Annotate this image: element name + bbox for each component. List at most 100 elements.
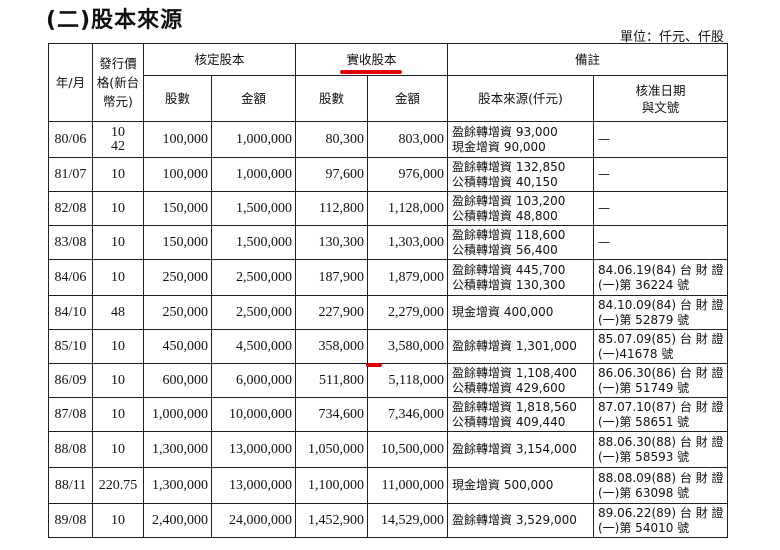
cell-capital-source: 現金增資 400,000	[447, 295, 594, 330]
cell-year-month: 86/09	[48, 363, 93, 398]
cell-year-month: 83/08	[48, 225, 93, 260]
cell-approval: 84.10.09(84) 台 財 證 (一)第 52879 號	[593, 295, 728, 330]
red-underline-annotation	[340, 70, 402, 74]
header-remarks: 備註	[447, 43, 728, 76]
table-row: 88/11 220.75 1,300,000 13,000,000 1,100,000 1…	[48, 467, 728, 504]
cell-paid-amount: 976,000	[367, 157, 448, 192]
cell-paid-shares: 1,100,000	[295, 467, 368, 504]
approval-line: (一)第 51749 號	[598, 380, 690, 395]
cell-issue-price: 10	[92, 397, 144, 432]
section-title: (二)股本來源	[46, 8, 184, 33]
cell-approval: —	[593, 225, 728, 260]
approval-line: —	[598, 167, 610, 181]
capital-source-line: 盈餘轉增資 3,529,000	[452, 513, 577, 527]
capital-source-line: 現金增資 400,000	[452, 305, 554, 319]
cell-auth-amount: 1,000,000	[211, 121, 296, 158]
table-row: 83/08 10 150,000 1,500,000 130,300 1,303,000 盈…	[48, 225, 728, 260]
cell-auth-amount: 1,500,000	[211, 191, 296, 226]
approval-line: —	[598, 132, 610, 146]
cell-auth-shares: 1,000,000	[143, 397, 212, 432]
cell-auth-amount: 13,000,000	[211, 467, 296, 504]
capital-source-line: 公積轉增資 429,600	[452, 380, 566, 395]
approval-line: 85.07.09(85) 台 財 證	[598, 331, 724, 346]
cell-paid-amount: 7,346,000	[367, 397, 448, 432]
cell-auth-shares: 100,000	[143, 157, 212, 192]
cell-paid-amount: 803,000	[367, 121, 448, 158]
cell-year-month: 81/07	[48, 157, 93, 192]
cell-year-month: 82/08	[48, 191, 93, 226]
capital-source-line: 公積轉增資 48,800	[452, 208, 558, 223]
table-row: 87/08 10 1,000,000 10,000,000 734,600 7,346,0…	[48, 397, 728, 432]
capital-source-line: 現金增資 90,000	[452, 139, 546, 154]
cell-approval: 87.07.10(87) 台 財 證 (一)第 58651 號	[593, 397, 728, 432]
cell-auth-amount: 1,000,000	[211, 157, 296, 192]
cell-capital-source: 盈餘轉增資 445,700 公積轉增資 130,300	[447, 259, 594, 296]
cell-paid-amount: 14,529,000	[367, 503, 448, 538]
capital-source-line: 盈餘轉增資 1,301,000	[452, 339, 577, 353]
capital-source-line: 公積轉增資 56,400	[452, 242, 558, 257]
cell-year-month: 87/08	[48, 397, 93, 432]
approval-line: 88.08.09(88) 台 財 證	[598, 470, 724, 485]
cell-capital-source: 盈餘轉增資 118,600 公積轉增資 56,400	[447, 225, 594, 260]
approval-line: (一)41678 號	[598, 346, 674, 361]
header-auth-shares: 股數	[143, 75, 212, 122]
capital-source-line: 現金增資 500,000	[452, 478, 554, 492]
cell-paid-shares: 511,800	[295, 363, 368, 398]
cell-auth-shares: 1,300,000	[143, 431, 212, 468]
cell-auth-amount: 10,000,000	[211, 397, 296, 432]
header-auth-amount: 金額	[211, 75, 296, 122]
cell-approval: 84.06.19(84) 台 財 證 (一)第 36224 號	[593, 259, 728, 296]
cell-approval: 88.08.09(88) 台 財 證 (一)第 63098 號	[593, 467, 728, 504]
approval-line: 86.06.30(86) 台 財 證	[598, 365, 724, 380]
approval-line: (一)第 54010 號	[598, 520, 690, 535]
cell-auth-shares: 2,400,000	[143, 503, 212, 538]
capital-source-line: 公積轉增資 130,300	[452, 277, 566, 292]
cell-auth-amount: 24,000,000	[211, 503, 296, 538]
cell-paid-amount: 2,279,000	[367, 295, 448, 330]
capital-source-line: 公積轉增資 409,440	[452, 414, 566, 429]
cell-issue-price: 10	[92, 225, 144, 260]
cell-capital-source: 現金增資 500,000	[447, 467, 594, 504]
cell-auth-amount: 1,500,000	[211, 225, 296, 260]
cell-year-month: 88/11	[48, 467, 93, 504]
approval-line: (一)第 36224 號	[598, 277, 690, 292]
cell-auth-shares: 150,000	[143, 225, 212, 260]
capital-source-line: 盈餘轉增資 118,600	[452, 227, 566, 242]
cell-year-month: 85/10	[48, 329, 93, 364]
header-year-month: 年/月	[48, 43, 93, 122]
table-row: 89/08 10 2,400,000 24,000,000 1,452,900 14,52…	[48, 503, 728, 538]
cell-approval: —	[593, 157, 728, 192]
approval-line: (一)第 58651 號	[598, 414, 690, 429]
capital-source-line: 盈餘轉增資 132,850	[452, 159, 566, 174]
cell-issue-price: 10	[92, 431, 144, 468]
cell-auth-amount: 13,000,000	[211, 431, 296, 468]
cell-year-month: 88/08	[48, 431, 93, 468]
cell-issue-price: 10	[92, 191, 144, 226]
cell-capital-source: 盈餘轉增資 3,154,000	[447, 431, 594, 468]
cell-paid-shares: 734,600	[295, 397, 368, 432]
cell-year-month: 80/06	[48, 121, 93, 158]
table-row: 88/08 10 1,300,000 13,000,000 1,050,000 10,50…	[48, 431, 728, 468]
cell-paid-amount: 11,000,000	[367, 467, 448, 504]
cell-paid-amount: 5,118,000	[367, 363, 448, 398]
cell-capital-source: 盈餘轉增資 1,818,560 公積轉增資 409,440	[447, 397, 594, 432]
header-paid-amount: 金額	[367, 75, 448, 122]
cell-auth-shares: 150,000	[143, 191, 212, 226]
cell-capital-source: 盈餘轉增資 132,850 公積轉增資 40,150	[447, 157, 594, 192]
cell-auth-shares: 1,300,000	[143, 467, 212, 504]
cell-paid-amount: 1,128,000	[367, 191, 448, 226]
cell-paid-shares: 187,900	[295, 259, 368, 296]
approval-line: —	[598, 235, 610, 249]
cell-auth-amount: 2,500,000	[211, 295, 296, 330]
approval-line: —	[598, 201, 610, 215]
header-issue-price: 發行價格(新台幣元)	[92, 43, 144, 122]
cell-paid-shares: 130,300	[295, 225, 368, 260]
header-approval: 核准日期與文號	[593, 75, 728, 122]
cell-paid-amount: 1,879,000	[367, 259, 448, 296]
cell-approval: 85.07.09(85) 台 財 證 (一)41678 號	[593, 329, 728, 364]
header-authorized-capital: 核定股本	[143, 43, 296, 76]
cell-paid-shares: 358,000	[295, 329, 368, 364]
cell-approval: 86.06.30(86) 台 財 證 (一)第 51749 號	[593, 363, 728, 398]
approval-line: 89.06.22(89) 台 財 證	[598, 505, 724, 520]
table-row: 86/09 10 600,000 6,000,000 511,800 5,118,000 盈…	[48, 363, 728, 398]
